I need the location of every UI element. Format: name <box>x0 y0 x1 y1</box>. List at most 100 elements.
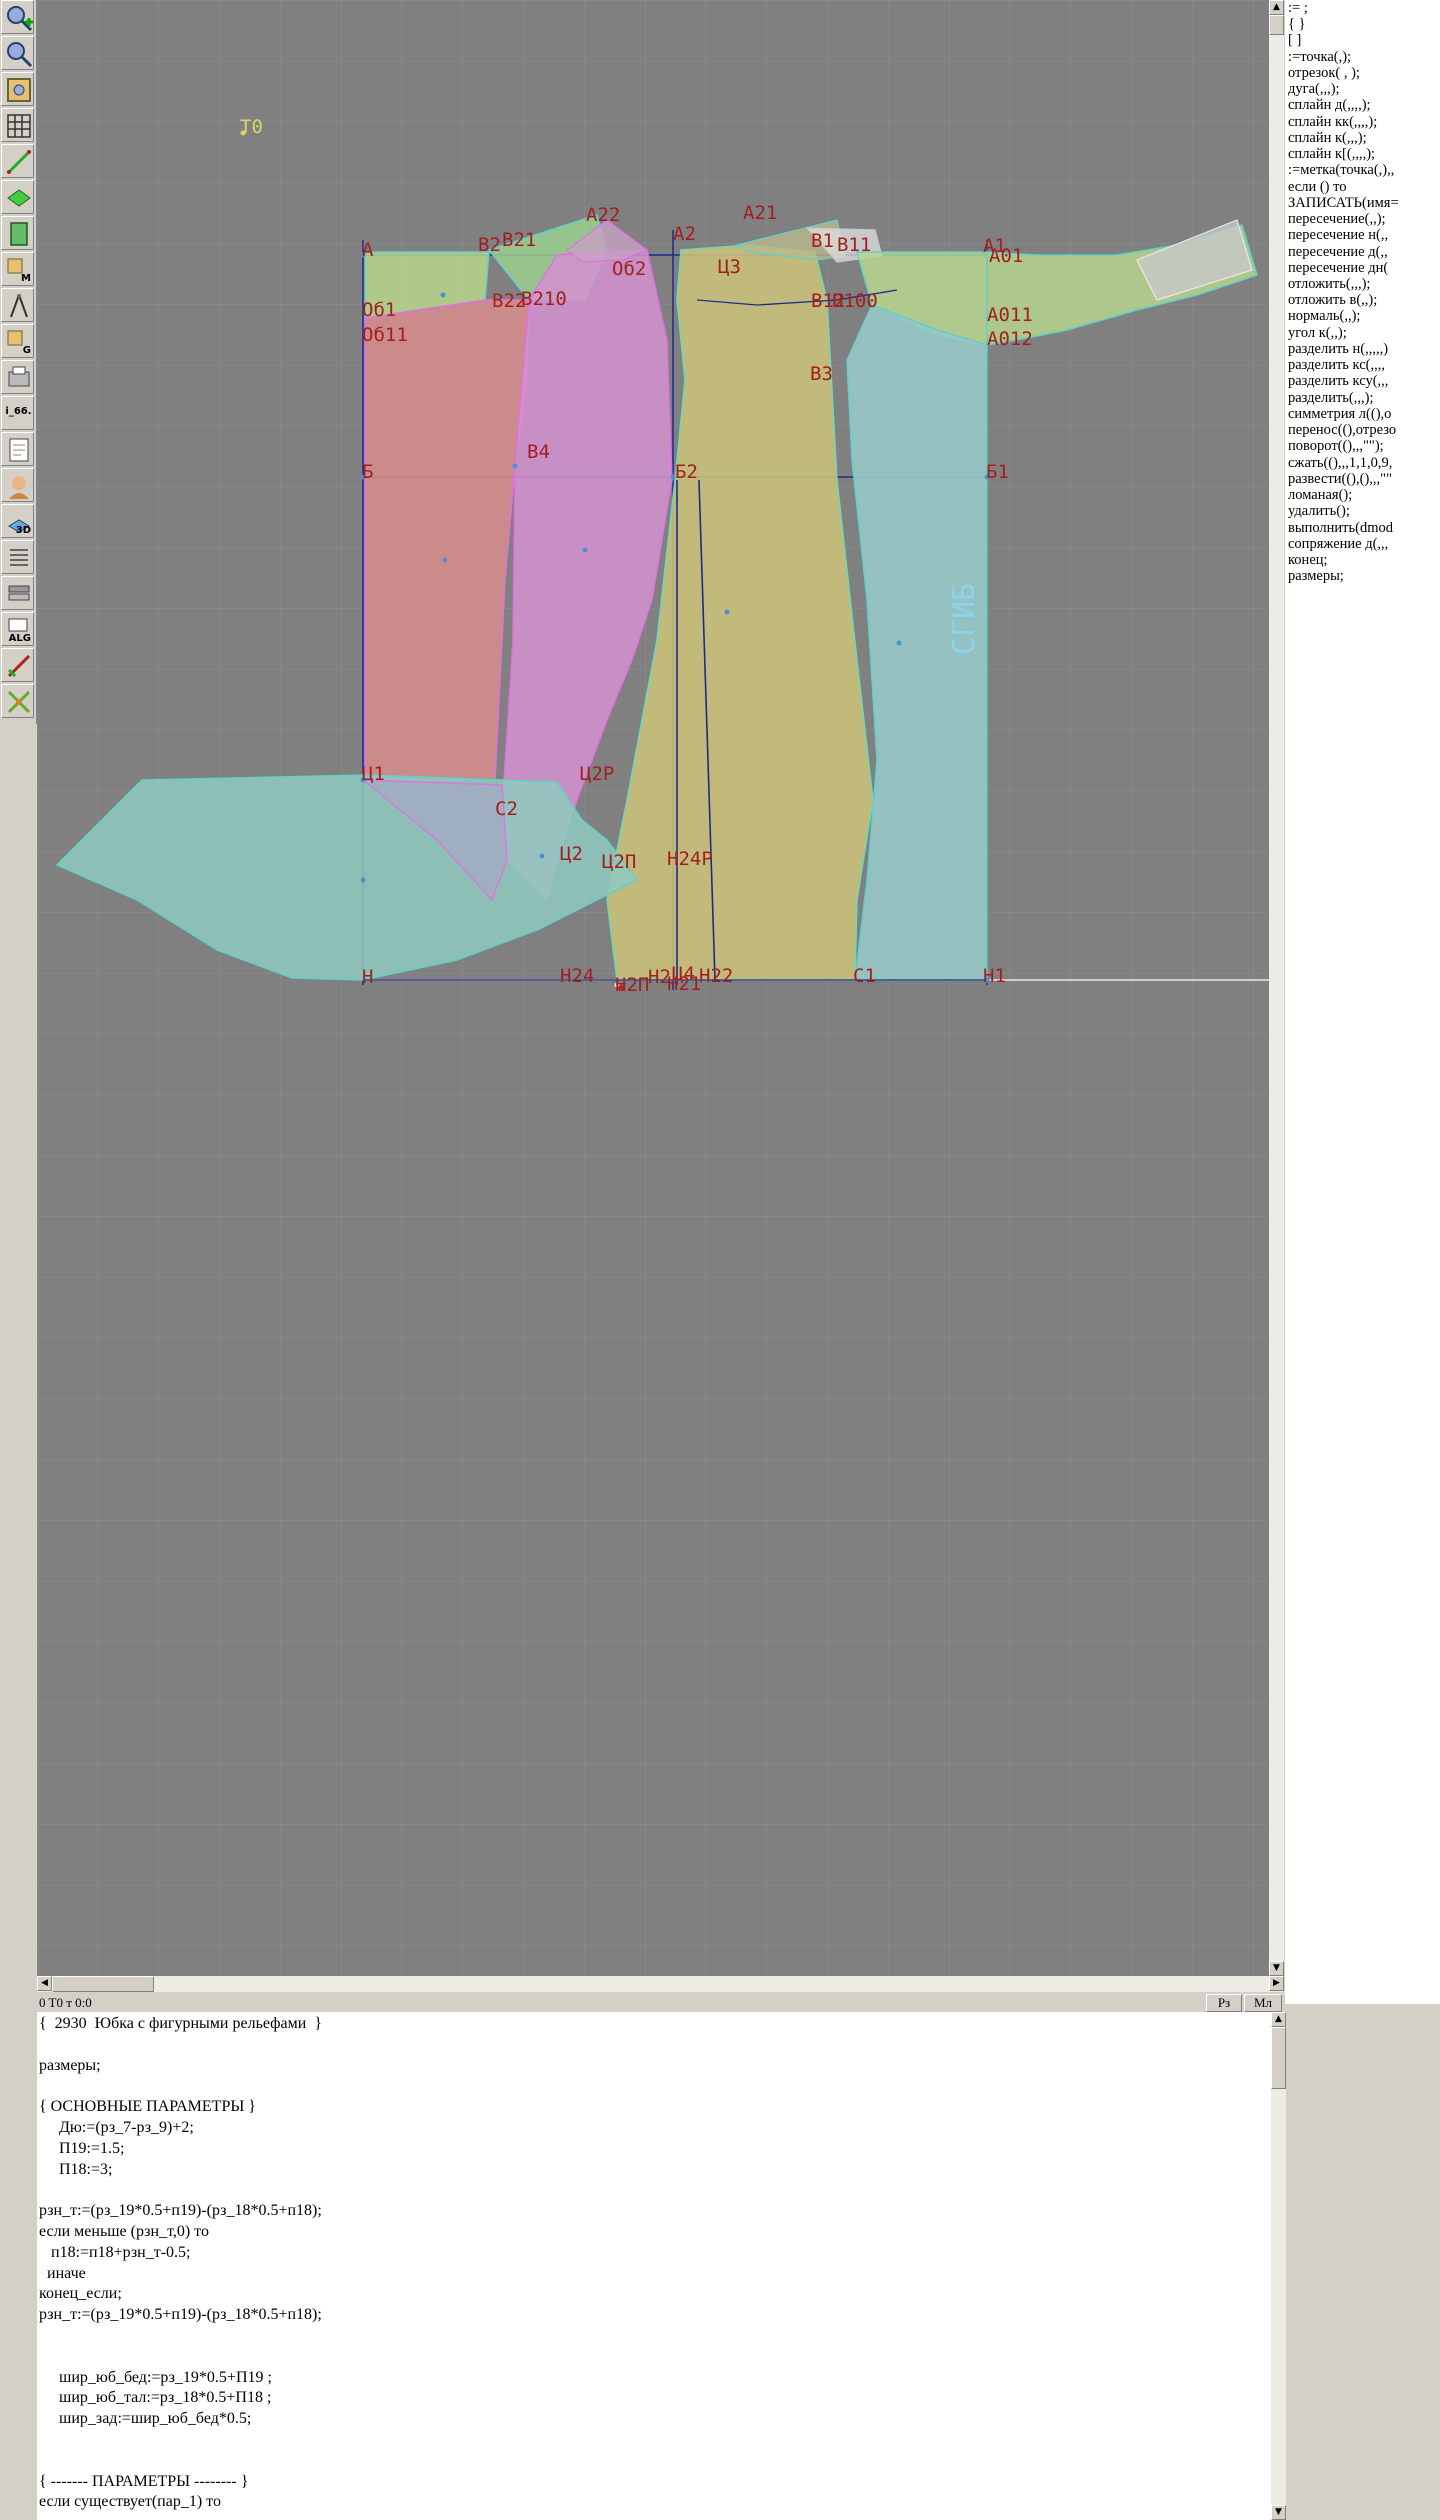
compass-tool[interactable] <box>1 288 34 322</box>
rz-button[interactable]: Рз <box>1206 1994 1242 2012</box>
command-item[interactable]: симметрия л((),о <box>1285 406 1440 422</box>
tool-sublabel: 3D <box>15 525 31 536</box>
zoom-out-tool[interactable] <box>1 36 34 70</box>
command-item[interactable]: сплайн кк(,,,,); <box>1285 114 1440 130</box>
command-list[interactable]: := ;{ }[ ]:=точка(,); отрезок( , ); дуга(,… <box>1285 0 1440 2004</box>
gradation-tool[interactable]: G <box>1 324 34 358</box>
scroll-down-icon[interactable]: ▼ <box>1269 1961 1284 1976</box>
svg-text:Б: Б <box>362 461 373 483</box>
svg-text:СГИБ: СГИБ <box>947 583 982 655</box>
svg-text:В11: В11 <box>837 234 871 256</box>
scroll-right-icon[interactable]: ▶ <box>1269 1976 1284 1991</box>
command-item[interactable]: пересечение дн( <box>1285 260 1440 276</box>
canvas-vertical-scrollbar[interactable]: ▲ ▼ <box>1269 0 1284 1976</box>
book-tool[interactable] <box>1 216 34 250</box>
command-item[interactable]: сжать((),,,1,1,0,9, <box>1285 455 1440 471</box>
command-item[interactable]: выполнить(dmod <box>1285 520 1440 536</box>
editor-scroll-thumb[interactable] <box>1271 2027 1286 2089</box>
svg-text:Н1: Н1 <box>983 965 1006 987</box>
version-label-text: i_66. <box>5 406 32 417</box>
svg-text:Об2: Об2 <box>612 258 646 280</box>
svg-text:С1: С1 <box>853 965 876 987</box>
editor-scroll-up-icon[interactable]: ▲ <box>1271 2012 1286 2027</box>
command-item[interactable]: отрезок( , ); <box>1285 65 1440 81</box>
command-item[interactable]: сплайн д(,,,,); <box>1285 97 1440 113</box>
svg-text:Н24: Н24 <box>560 965 594 987</box>
layer-tool[interactable] <box>1 180 34 214</box>
command-item[interactable]: развести((),(),,,"" <box>1285 471 1440 487</box>
version-label[interactable]: i_66. <box>1 396 34 430</box>
command-item[interactable]: угол к(,,); <box>1285 325 1440 341</box>
command-item[interactable]: сплайн к[(,,,,); <box>1285 146 1440 162</box>
grid-tool[interactable] <box>1 108 34 142</box>
svg-text:В4: В4 <box>527 441 550 463</box>
cut-tool[interactable] <box>1 684 34 718</box>
scroll-up-icon[interactable]: ▲ <box>1269 0 1284 15</box>
command-item[interactable]: :=точка(,); <box>1285 49 1440 65</box>
user-photo-tool[interactable] <box>1 468 34 502</box>
command-item[interactable]: разделить кс(,,,, <box>1285 357 1440 373</box>
measure-tool[interactable] <box>1 648 34 682</box>
editor-scroll-down-icon[interactable]: ▼ <box>1271 2505 1286 2520</box>
svg-text:А011: А011 <box>987 304 1033 326</box>
svg-text:Н21: Н21 <box>667 973 701 995</box>
command-item[interactable]: ломаная(); <box>1285 487 1440 503</box>
svg-text:А2: А2 <box>673 223 696 245</box>
svg-text:T0: T0 <box>240 116 263 138</box>
command-item[interactable]: :=метка(точка(,),, <box>1285 162 1440 178</box>
svg-text:Ц2П: Ц2П <box>602 851 636 873</box>
svg-text:А: А <box>362 239 374 261</box>
editor-text[interactable]: { 2930 Юбка с фигурными рельефами } разм… <box>37 2012 1271 2513</box>
command-item[interactable]: нормаль(,,); <box>1285 308 1440 324</box>
svg-text:Н2П: Н2П <box>615 974 649 996</box>
command-item[interactable]: отложить(,,,); <box>1285 276 1440 292</box>
command-item[interactable]: пересечение(,,); <box>1285 211 1440 227</box>
canvas-horizontal-scrollbar[interactable]: ◀ ▶ <box>37 1976 1284 1992</box>
svg-text:Ц1: Ц1 <box>362 763 385 785</box>
pattern-canvas[interactable]: T0 А В2 В21 А22 А2 А21 В1 В11 А1 А01 Об1… <box>37 0 1269 1976</box>
svg-text:Об1: Об1 <box>362 299 396 321</box>
command-item[interactable]: разделить(,,,); <box>1285 390 1440 406</box>
alg-tool[interactable]: ALG <box>1 612 34 646</box>
command-item[interactable]: ЗАПИСАТЬ(имя= <box>1285 195 1440 211</box>
command-item[interactable]: отложить в(,,); <box>1285 292 1440 308</box>
ml-button[interactable]: Мл <box>1244 1994 1282 2012</box>
command-item[interactable]: [ ] <box>1285 32 1440 48</box>
command-item[interactable]: { } <box>1285 16 1440 32</box>
scroll-left-icon[interactable]: ◀ <box>37 1976 52 1991</box>
command-item[interactable]: дуга(,,,); <box>1285 81 1440 97</box>
list-tool[interactable] <box>1 540 34 574</box>
code-editor[interactable]: { 2930 Юбка с фигурными рельефами } разм… <box>37 2012 1271 2520</box>
3d-view-tool[interactable]: 3D <box>1 504 34 538</box>
command-item[interactable]: удалить(); <box>1285 503 1440 519</box>
command-item[interactable]: := ; <box>1285 0 1440 16</box>
svg-text:В3: В3 <box>810 363 833 385</box>
zoom-fit-tool[interactable] <box>1 72 34 106</box>
svg-text:Ц3: Ц3 <box>718 256 741 278</box>
sheet-tool[interactable] <box>1 432 34 466</box>
command-item[interactable]: сопряжение д(,,, <box>1285 536 1440 552</box>
command-item[interactable]: пересечение д(,, <box>1285 244 1440 260</box>
macro-tool[interactable]: M <box>1 252 34 286</box>
command-item[interactable]: размеры; <box>1285 568 1440 584</box>
command-item[interactable]: конец; <box>1285 552 1440 568</box>
svg-text:В21: В21 <box>502 229 536 251</box>
command-item[interactable]: разделить н(,,,,,) <box>1285 341 1440 357</box>
stack-tool[interactable] <box>1 576 34 610</box>
svg-text:Б1: Б1 <box>986 461 1009 483</box>
print-tool[interactable] <box>1 360 34 394</box>
command-item[interactable]: поворот((),,,""); <box>1285 438 1440 454</box>
command-item[interactable]: если () то <box>1285 179 1440 195</box>
command-item[interactable]: пересечение н(,, <box>1285 227 1440 243</box>
command-item[interactable]: разделить ксу(,,, <box>1285 373 1440 389</box>
tool-sublabel: M <box>21 273 31 284</box>
editor-scrollbar[interactable]: ▲ ▼ <box>1271 2012 1286 2520</box>
command-item[interactable]: сплайн к(,,,); <box>1285 130 1440 146</box>
pattern-drawing: T0 А В2 В21 А22 А2 А21 В1 В11 А1 А01 Об1… <box>37 0 1269 1976</box>
empty-panel <box>1286 2012 1440 2520</box>
segment-tool[interactable] <box>1 144 34 178</box>
command-item[interactable]: перенос((),отрезо <box>1285 422 1440 438</box>
vertical-scroll-thumb[interactable] <box>1269 15 1284 35</box>
zoom-in-tool[interactable] <box>1 0 34 34</box>
horizontal-scroll-thumb[interactable] <box>52 1976 154 1992</box>
